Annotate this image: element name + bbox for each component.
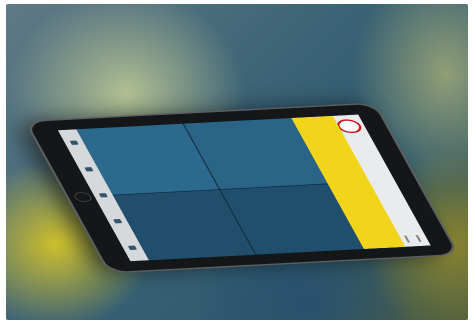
nav-icon — [98, 193, 108, 198]
nav-icon — [113, 219, 123, 224]
nav-icon — [84, 166, 94, 172]
photo-background — [6, 4, 468, 320]
tablet-device — [27, 103, 457, 273]
nav-icon — [127, 245, 137, 250]
menu-icon — [403, 234, 422, 243]
tablet-screen — [57, 114, 431, 262]
scene — [6, 4, 468, 320]
home-button-icon — [72, 191, 94, 203]
nav-icon — [69, 140, 79, 146]
